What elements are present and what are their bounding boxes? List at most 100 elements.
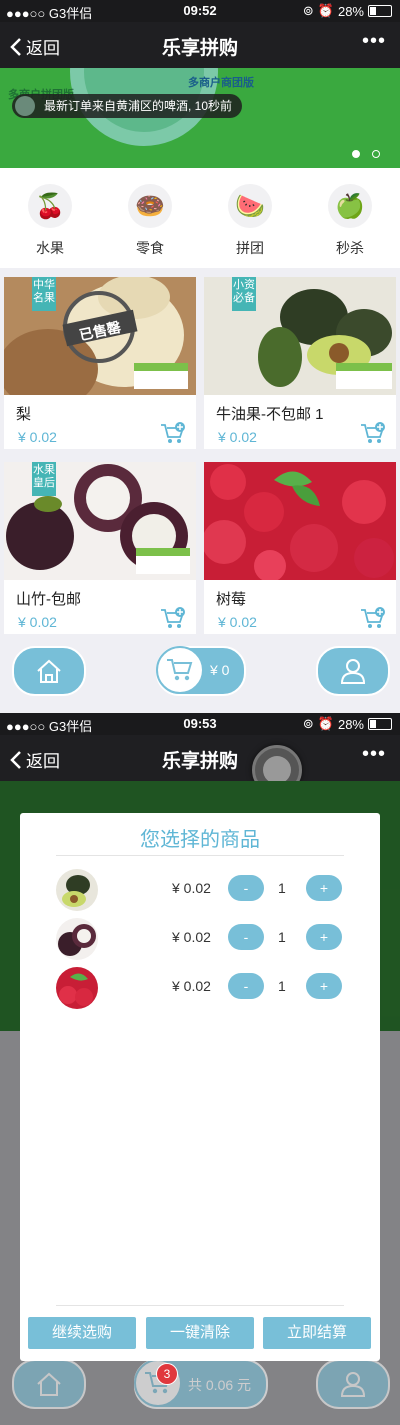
product-tag: 水果皇后: [32, 462, 56, 496]
category-label: 秒杀: [336, 240, 364, 256]
watermelon-icon: 🍉: [228, 184, 272, 228]
product-card-avocado[interactable]: 小资必备 牛油果-不包邮 1 ¥ 0.02: [204, 277, 396, 449]
back-label: 返回: [26, 752, 60, 771]
clear-all-button[interactable]: 一键清除: [146, 1317, 254, 1349]
decrease-quantity-button[interactable]: -: [228, 875, 264, 901]
product-tag: 中华名果: [32, 277, 56, 311]
category-group-buy[interactable]: 🍉 拼团: [210, 184, 290, 258]
product-name: 树莓: [216, 591, 247, 608]
banner-carousel[interactable]: 多商户拼团版 多商户商团版 最新订单来自黄浦区的啤酒, 10秒前: [0, 68, 400, 168]
status-right: ⊚ ⏰ 28%: [303, 3, 392, 19]
more-menu-icon[interactable]: •••: [362, 743, 386, 766]
item-thumbnail: [56, 869, 98, 911]
lock-rotation-icon: ⊚: [302, 3, 314, 18]
product-tag: 小资必备: [232, 277, 256, 311]
item-thumbnail: [56, 967, 98, 1009]
chevron-left-icon: [10, 37, 21, 56]
avatar: [15, 96, 35, 116]
increase-quantity-button[interactable]: +: [306, 973, 342, 999]
home-button: [12, 1359, 86, 1409]
divider: [56, 1305, 344, 1306]
product-card-pear[interactable]: 中华名果 已售罄 梨 ¥ 0.02: [4, 277, 196, 449]
page-title: 乐享拼购: [161, 751, 238, 772]
donut-icon: 🍩: [128, 184, 172, 228]
alarm-icon: ⏰: [317, 716, 334, 731]
product-price: ¥ 0.02: [218, 614, 257, 630]
category-bar: 🍒 水果 🍩 零食 🍉 拼团 🍏 秒杀: [0, 168, 400, 268]
carousel-dot[interactable]: [352, 150, 360, 158]
back-button[interactable]: 返回: [10, 747, 60, 772]
product-price: ¥ 0.02: [18, 429, 57, 445]
item-price: ¥ 0.02: [172, 880, 211, 896]
checkout-button[interactable]: 立即结算: [263, 1317, 371, 1349]
selected-items-modal: 您选择的商品 ¥ 0.02 - 1 + ¥ 0.02 - 1 + ¥ 0.02: [20, 813, 380, 1361]
page-title: 乐享拼购: [161, 38, 238, 59]
nav-bar: 返回 乐享拼购 •••: [0, 22, 400, 68]
battery-percent: 28%: [337, 3, 364, 19]
product-name: 梨: [16, 406, 32, 423]
cart-item-row: ¥ 0.02 - 1 +: [20, 965, 380, 1009]
modal-title: 您选择的商品: [140, 829, 260, 851]
nav-bar: 返回 乐享拼购 •••: [0, 735, 400, 795]
category-flash-sale[interactable]: 🍏 秒杀: [310, 184, 390, 258]
home-icon: [37, 659, 61, 683]
battery-icon: [368, 718, 392, 730]
latest-order-text: 最新订单来自黄浦区的啤酒, 10秒前: [44, 99, 233, 113]
increase-quantity-button[interactable]: +: [306, 924, 342, 950]
category-fruit[interactable]: 🍒 水果: [10, 184, 90, 258]
carousel-dots[interactable]: [352, 150, 380, 158]
alarm-icon: ⏰: [317, 3, 334, 18]
product-card-mangosteen[interactable]: 水果皇后 山竹-包邮 ¥ 0.02: [4, 462, 196, 634]
lock-rotation-icon: ⊚: [302, 716, 314, 731]
item-price: ¥ 0.02: [172, 929, 211, 945]
increase-quantity-button[interactable]: +: [306, 875, 342, 901]
status-bar: ●●●○○ G3伴侣 09:52 ⊚ ⏰ 28%: [0, 0, 400, 22]
screen-cart-modal: ●●●○○ G3伴侣 09:53 ⊚ ⏰ 28% 返回 乐享拼购 ••• 共 0…: [0, 713, 400, 1425]
item-thumbnail: [56, 918, 98, 960]
decrease-quantity-button[interactable]: -: [228, 924, 264, 950]
category-label: 拼团: [236, 240, 264, 256]
item-quantity: 1: [278, 929, 286, 945]
user-icon: [340, 659, 366, 684]
product-card-raspberry[interactable]: 树莓 ¥ 0.02: [204, 462, 396, 634]
home-button[interactable]: [12, 646, 86, 696]
back-label: 返回: [26, 39, 60, 58]
cherry-icon: 🍒: [28, 184, 72, 228]
item-quantity: 1: [278, 880, 286, 896]
add-to-cart-icon[interactable]: [160, 607, 186, 631]
apple-icon: 🍏: [328, 184, 372, 228]
status-right: ⊚ ⏰ 28%: [303, 716, 392, 732]
product-name: 牛油果-不包邮 1: [216, 406, 324, 423]
cart-button[interactable]: ¥ 0: [156, 646, 246, 696]
cart-circle: [156, 646, 204, 694]
chevron-left-icon: [10, 750, 21, 769]
profile-button: [316, 1359, 390, 1409]
profile-button[interactable]: [316, 646, 390, 696]
cart-count-badge: 3: [156, 1363, 178, 1385]
add-to-cart-icon[interactable]: [360, 607, 386, 631]
item-quantity: 1: [278, 978, 286, 994]
cart-button: 共 0.06 元: [134, 1359, 268, 1409]
divider: [56, 855, 344, 856]
product-image: [204, 462, 396, 580]
shopping-cart-icon: [167, 659, 193, 681]
cart-total: 共 0.06 元: [188, 1377, 252, 1393]
cart-item-row: ¥ 0.02 - 1 +: [20, 867, 380, 911]
cart-amount: ¥ 0: [210, 662, 230, 678]
screen-home: ●●●○○ G3伴侣 09:52 ⊚ ⏰ 28% 返回 乐享拼购 ••• 多商户…: [0, 0, 400, 712]
product-price: ¥ 0.02: [218, 429, 257, 445]
category-snacks[interactable]: 🍩 零食: [110, 184, 190, 258]
category-label: 零食: [136, 240, 164, 256]
battery-percent: 28%: [337, 716, 364, 732]
product-price: ¥ 0.02: [18, 614, 57, 630]
add-to-cart-icon[interactable]: [360, 422, 386, 446]
home-icon: [37, 1372, 61, 1396]
add-to-cart-icon[interactable]: [160, 422, 186, 446]
carousel-dot[interactable]: [372, 150, 380, 158]
back-button[interactable]: 返回: [10, 34, 60, 59]
more-menu-icon[interactable]: •••: [362, 30, 386, 53]
product-name: 山竹-包邮: [16, 591, 81, 608]
decrease-quantity-button[interactable]: -: [228, 973, 264, 999]
user-icon: [340, 1372, 366, 1397]
continue-shopping-button[interactable]: 继续选购: [28, 1317, 136, 1349]
